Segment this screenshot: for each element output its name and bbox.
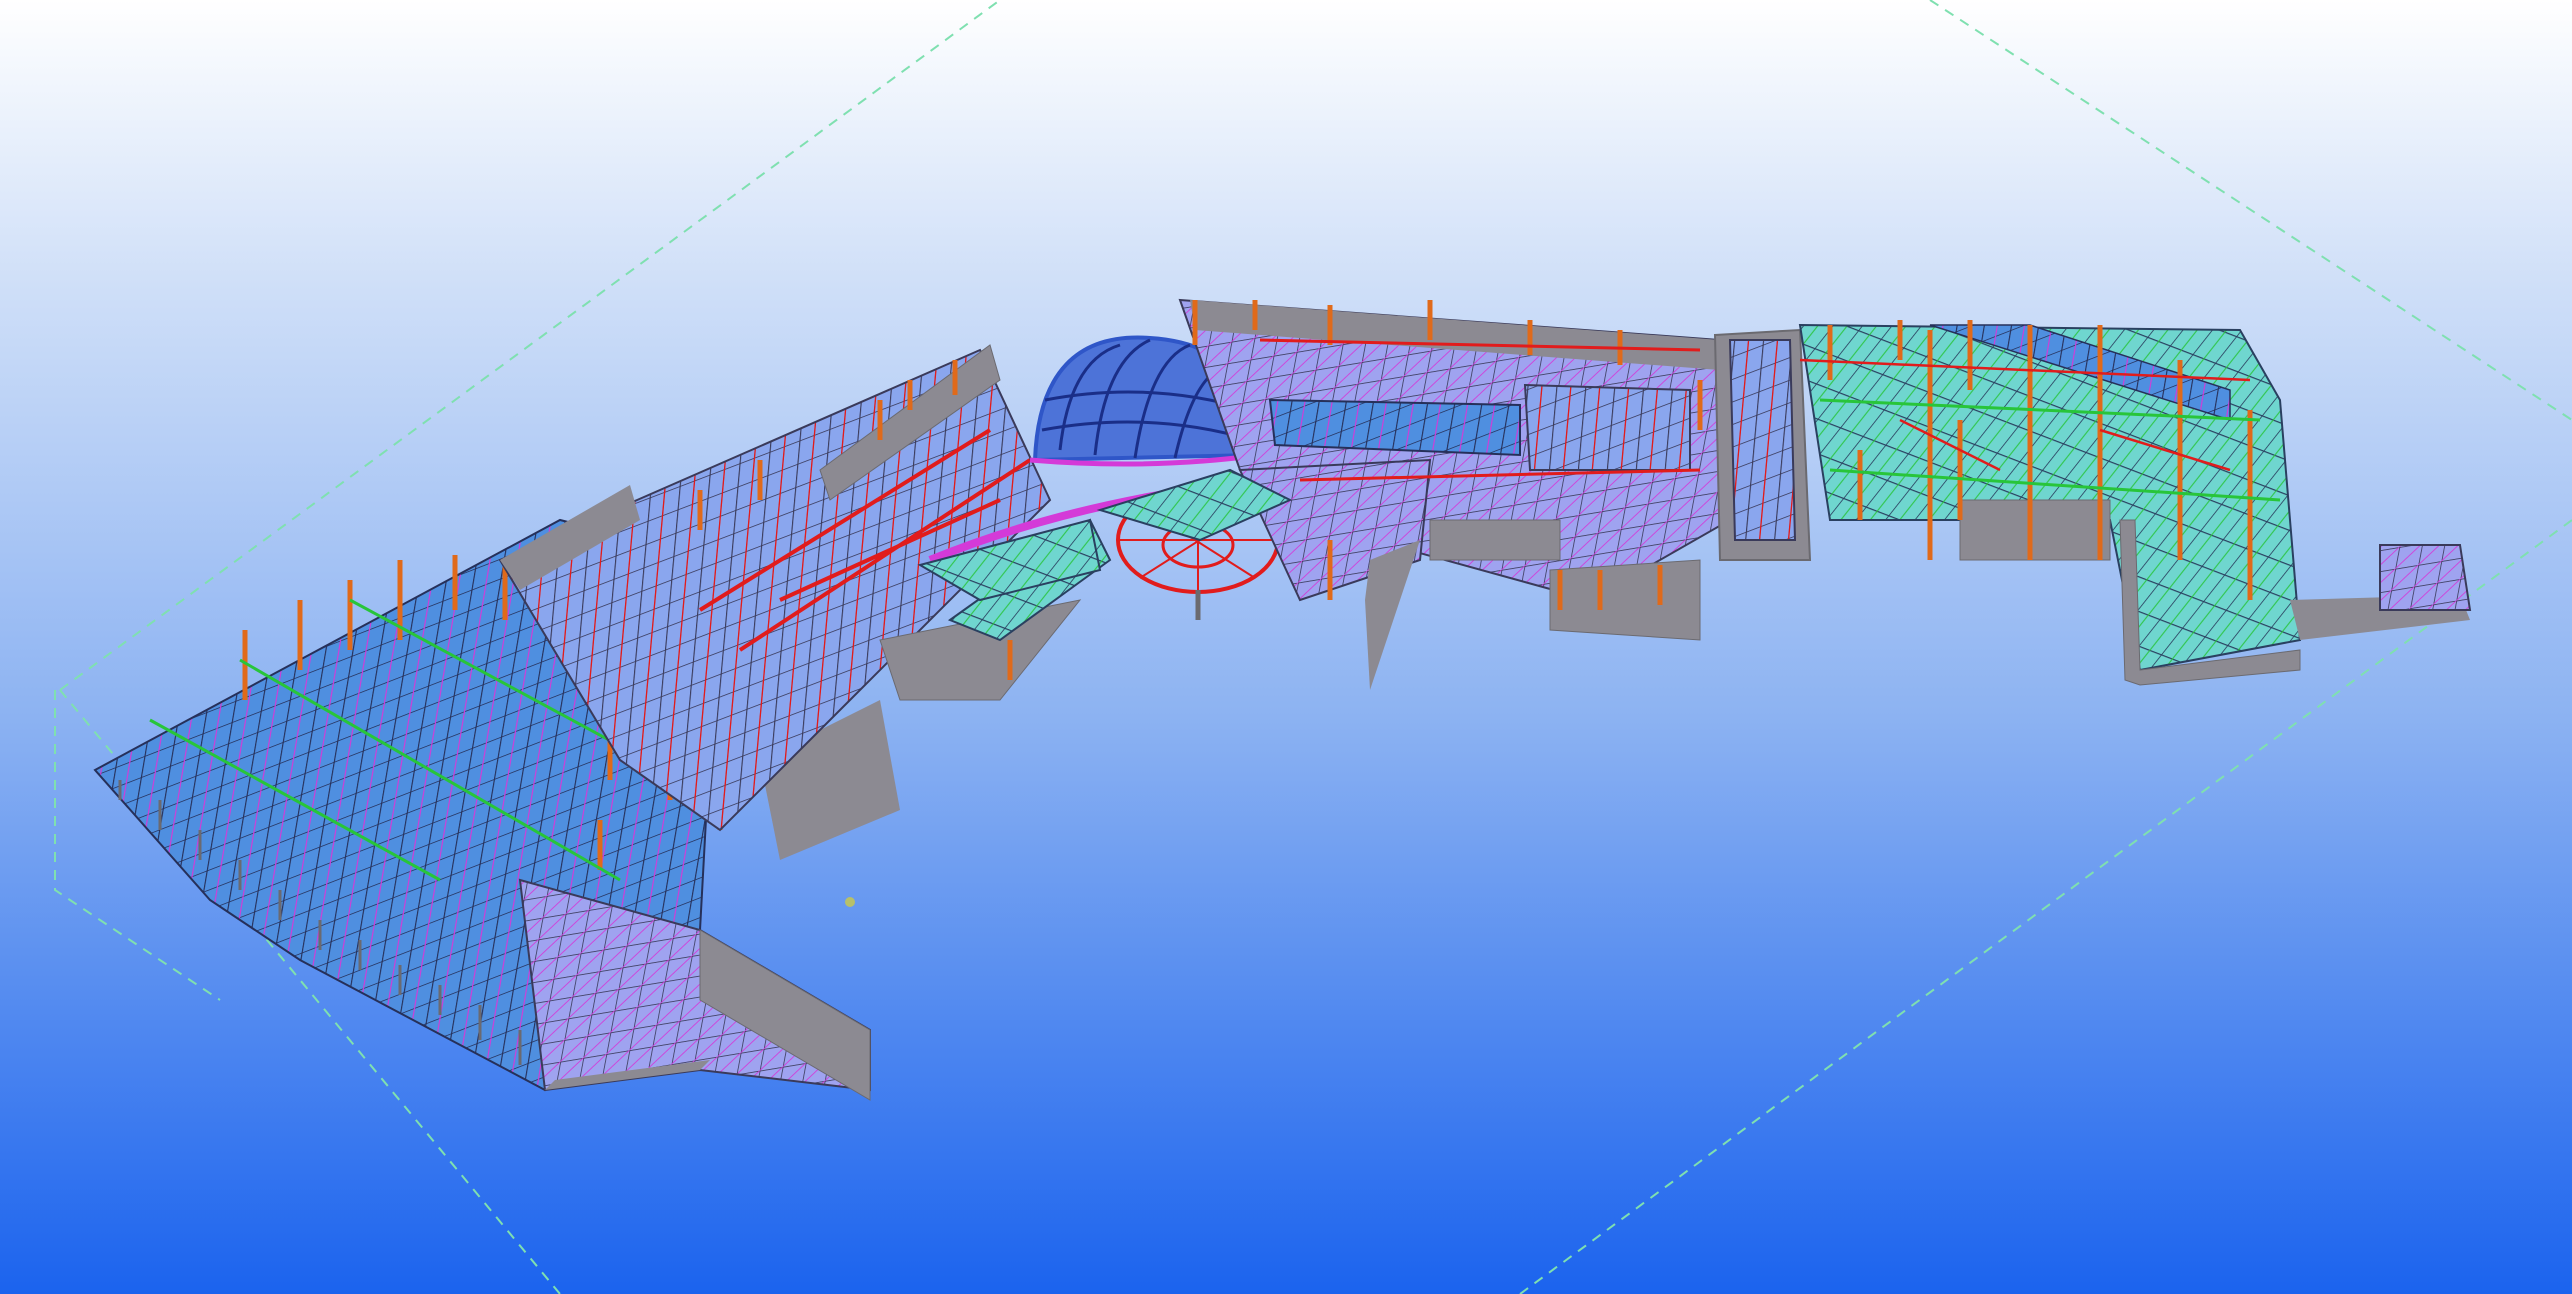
stray-object-marker: [845, 897, 855, 907]
structural-model-scene[interactable]: [0, 0, 2572, 1294]
model-viewport[interactable]: [0, 0, 2572, 1294]
